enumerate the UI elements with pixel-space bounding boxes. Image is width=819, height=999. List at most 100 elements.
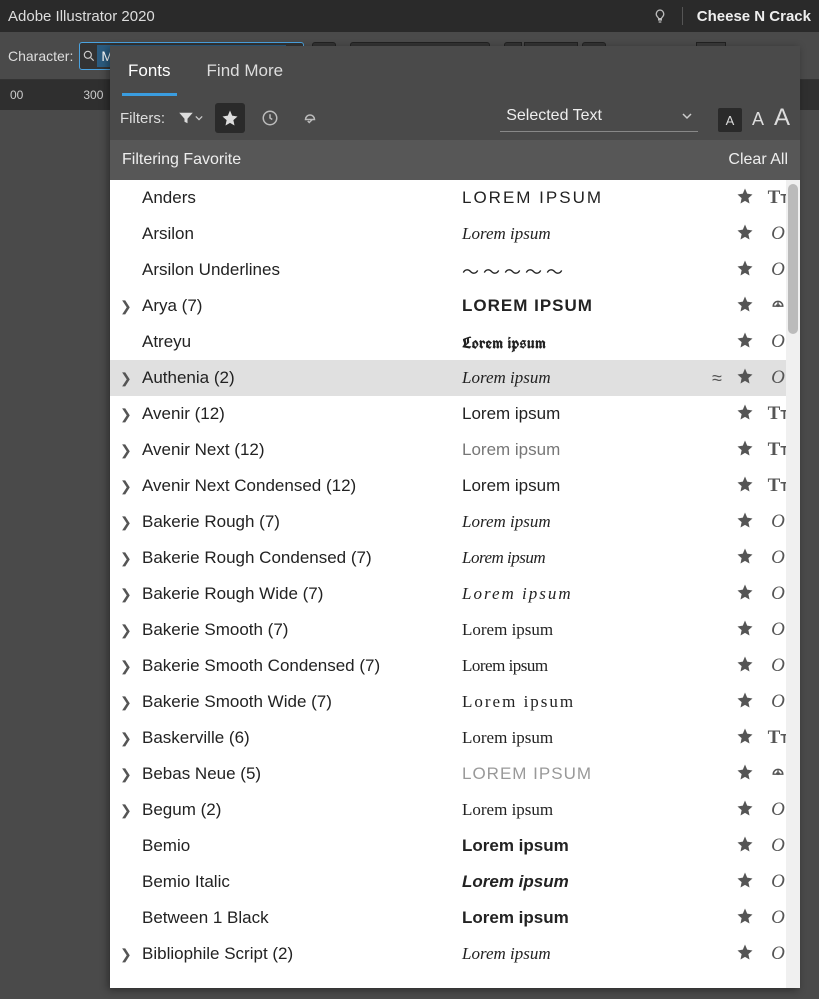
font-row[interactable]: ❯Bebas Neue (5)LOREM IPSUM <box>110 756 800 792</box>
preview-size-large[interactable]: A <box>774 104 790 132</box>
expand-arrow-icon[interactable]: ❯ <box>120 370 142 387</box>
favorite-star-icon[interactable] <box>736 907 764 930</box>
font-name: Arsilon Underlines <box>142 260 462 280</box>
expand-arrow-icon[interactable]: ❯ <box>120 514 142 531</box>
font-row[interactable]: ❯Begum (2)Lorem ipsumO <box>110 792 800 828</box>
font-preview: LOREM IPSUM <box>462 296 712 316</box>
tab-find-more[interactable]: Find More <box>189 46 302 96</box>
expand-arrow-icon[interactable]: ❯ <box>120 406 142 423</box>
preview-size-medium[interactable]: A <box>752 109 764 130</box>
font-preview: Lorem ipsum <box>462 728 712 748</box>
font-row[interactable]: ❯Avenir (12)Lorem ipsumTT <box>110 396 800 432</box>
favorite-star-icon[interactable] <box>736 511 764 534</box>
font-name: Between 1 Black <box>142 908 462 928</box>
expand-arrow-icon[interactable]: ❯ <box>120 946 142 963</box>
font-row[interactable]: AndersLOREM IPSUMTT <box>110 180 800 216</box>
font-row[interactable]: ❯Avenir Next Condensed (12)Lorem ipsumTT <box>110 468 800 504</box>
expand-arrow-icon[interactable]: ❯ <box>120 298 142 315</box>
favorite-star-icon[interactable] <box>736 475 764 498</box>
font-row[interactable]: ❯Bakerie Rough Wide (7)Lorem ipsumO <box>110 576 800 612</box>
font-row[interactable]: Between 1 BlackLorem ipsumO <box>110 900 800 936</box>
expand-arrow-icon[interactable]: ❯ <box>120 766 142 783</box>
expand-arrow-icon[interactable]: ❯ <box>120 478 142 495</box>
font-row[interactable]: ❯Baskerville (6)Lorem ipsumTT <box>110 720 800 756</box>
favorite-star-icon[interactable] <box>736 835 764 858</box>
font-preview: Lorem ipsum <box>462 548 712 568</box>
expand-arrow-icon[interactable]: ❯ <box>120 802 142 819</box>
favorite-star-icon[interactable] <box>736 547 764 570</box>
font-row[interactable]: ❯Bibliophile Script (2)Lorem ipsumO <box>110 936 800 972</box>
favorite-star-icon[interactable] <box>736 943 764 966</box>
clear-all-button[interactable]: Clear All <box>728 151 788 169</box>
font-row[interactable]: ❯Bakerie Rough (7)Lorem ipsumO <box>110 504 800 540</box>
font-row[interactable]: ❯Authenia (2)Lorem ipsum≈O <box>110 360 800 396</box>
similar-icon: ≈ <box>712 368 736 389</box>
preview-mode-select[interactable]: Selected Text <box>500 105 698 132</box>
favorite-star-icon[interactable] <box>736 691 764 714</box>
font-row[interactable]: Arsilon Underlines～～～～～O <box>110 252 800 288</box>
ruler-mark: 300 <box>83 88 103 102</box>
expand-arrow-icon[interactable]: ❯ <box>120 658 142 675</box>
font-name: Bakerie Rough Condensed (7) <box>142 548 462 568</box>
font-name: Bakerie Smooth Condensed (7) <box>142 656 462 676</box>
top-bar-right: Cheese N Crack <box>652 7 811 25</box>
tips-icon[interactable] <box>652 8 668 24</box>
font-preview: Lorem ipsum <box>462 836 712 856</box>
expand-arrow-icon[interactable]: ❯ <box>120 442 142 459</box>
font-row[interactable]: ❯Avenir Next (12)Lorem ipsumTT <box>110 432 800 468</box>
favorite-star-icon[interactable] <box>736 619 764 642</box>
font-preview: Lorem ipsum <box>462 656 712 676</box>
favorite-star-icon[interactable] <box>736 331 764 354</box>
font-preview: Lorem ipsum <box>462 800 712 820</box>
font-row[interactable]: ❯Bakerie Smooth Condensed (7)Lorem ipsum… <box>110 648 800 684</box>
filter-recent-button[interactable] <box>255 103 285 133</box>
preview-size-small[interactable]: A <box>718 108 742 132</box>
font-row[interactable]: AtreyuLorem ipsumO <box>110 324 800 360</box>
expand-arrow-icon[interactable]: ❯ <box>120 694 142 711</box>
filter-activated-button[interactable] <box>295 103 325 133</box>
font-row[interactable]: ❯Bakerie Smooth (7)Lorem ipsumO <box>110 612 800 648</box>
favorite-star-icon[interactable] <box>736 439 764 462</box>
font-row[interactable]: ❯Bakerie Rough Condensed (7)Lorem ipsumO <box>110 540 800 576</box>
font-preview: Lorem ipsum <box>462 872 712 892</box>
font-name: Bakerie Smooth (7) <box>142 620 462 640</box>
favorite-star-icon[interactable] <box>736 295 764 318</box>
font-row[interactable]: ❯Bakerie Smooth Wide (7)Lorem ipsumO <box>110 684 800 720</box>
expand-arrow-icon[interactable]: ❯ <box>120 730 142 747</box>
filter-classification-button[interactable] <box>175 103 205 133</box>
document-name[interactable]: Cheese N Crack <box>697 8 811 25</box>
expand-arrow-icon[interactable]: ❯ <box>120 550 142 567</box>
expand-arrow-icon[interactable]: ❯ <box>120 622 142 639</box>
font-name: Anders <box>142 188 462 208</box>
favorite-star-icon[interactable] <box>736 187 764 210</box>
filter-favorites-button[interactable] <box>215 103 245 133</box>
font-preview: Lorem ipsum <box>462 692 712 712</box>
font-preview: Lorem ipsum <box>462 331 712 354</box>
font-row[interactable]: Bemio ItalicLorem ipsumO <box>110 864 800 900</box>
favorite-star-icon[interactable] <box>736 223 764 246</box>
tab-fonts[interactable]: Fonts <box>110 46 189 96</box>
character-label: Character: <box>8 48 73 64</box>
font-row[interactable]: BemioLorem ipsumO <box>110 828 800 864</box>
favorite-star-icon[interactable] <box>736 871 764 894</box>
favorite-star-icon[interactable] <box>736 655 764 678</box>
font-preview: Lorem ipsum <box>462 476 712 496</box>
preview-mode-value: Selected Text <box>506 107 602 125</box>
favorite-star-icon[interactable] <box>736 367 764 390</box>
favorite-star-icon[interactable] <box>736 403 764 426</box>
font-name: Avenir Next Condensed (12) <box>142 476 462 496</box>
favorite-star-icon[interactable] <box>736 259 764 282</box>
favorite-star-icon[interactable] <box>736 763 764 786</box>
font-row[interactable]: ArsilonLorem ipsumO <box>110 216 800 252</box>
font-list[interactable]: AndersLOREM IPSUMTTArsilonLorem ipsumOAr… <box>110 180 800 988</box>
divider <box>682 7 683 25</box>
scrollbar-track[interactable] <box>786 180 800 988</box>
favorite-star-icon[interactable] <box>736 799 764 822</box>
font-row[interactable]: ❯Arya (7)LOREM IPSUM <box>110 288 800 324</box>
font-name: Bebas Neue (5) <box>142 764 462 784</box>
scrollbar-thumb[interactable] <box>788 184 798 334</box>
font-preview: Lorem ipsum <box>462 440 712 460</box>
expand-arrow-icon[interactable]: ❯ <box>120 586 142 603</box>
favorite-star-icon[interactable] <box>736 727 764 750</box>
favorite-star-icon[interactable] <box>736 583 764 606</box>
